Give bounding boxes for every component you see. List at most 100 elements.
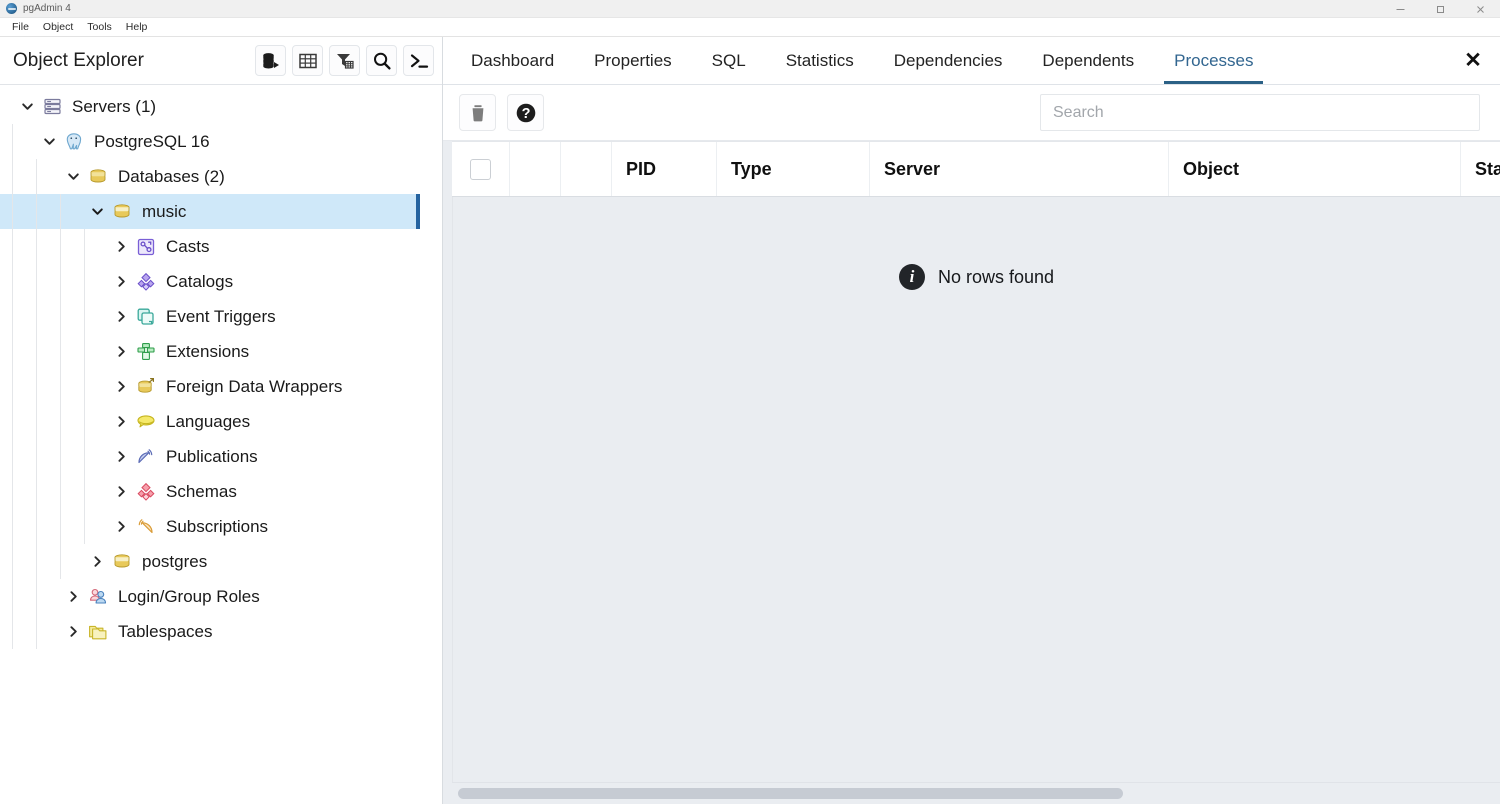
object-explorer-toggle-icon[interactable] [255,45,286,76]
tree-item-login-group-roles[interactable]: Login/Group Roles [0,579,442,614]
delete-icon[interactable] [459,94,496,131]
grid-column-type[interactable]: Type [717,142,870,196]
chevron-right-icon[interactable] [108,369,134,404]
tree-item-casts[interactable]: Casts [0,229,442,264]
object-tree[interactable]: Servers (1) PostgreSQL 16 [0,85,442,804]
tree-item-servers[interactable]: Servers (1) [0,89,442,124]
menu-item-file[interactable]: File [5,18,36,37]
tab-sql[interactable]: SQL [692,37,766,84]
tree-item-music[interactable]: music [0,194,420,229]
tree-indent [72,334,96,369]
menu-item-tools[interactable]: Tools [80,18,119,37]
search-input[interactable] [1040,94,1480,131]
tab-statistics[interactable]: Statistics [766,37,874,84]
tree-indent [72,404,96,439]
grid-column-start-time[interactable]: Start Time [1461,142,1500,196]
tree-item-postgresql-16[interactable]: PostgreSQL 16 [0,124,442,159]
tab-label: Dependencies [894,51,1003,71]
grid-column-object[interactable]: Object [1169,142,1461,196]
close-icon[interactable] [1460,0,1500,18]
grid-scrollbar-thumb[interactable] [458,788,1123,799]
tab-properties[interactable]: Properties [574,37,691,84]
tab-processes[interactable]: Processes [1154,37,1273,84]
maximize-icon[interactable] [1420,0,1460,18]
tab-dependents[interactable]: Dependents [1022,37,1154,84]
tree-indent [24,614,48,649]
tree-indent [48,474,72,509]
tree-indent [24,474,48,509]
tree-indent [48,229,72,264]
grid-column-pid[interactable]: PID [612,142,717,196]
select-all-cell[interactable] [452,142,510,196]
tree-item-catalogs[interactable]: Catalogs [0,264,442,299]
tree-indent [24,229,48,264]
chevron-down-icon[interactable] [84,194,110,229]
tree-indent [0,299,24,334]
chevron-right-icon[interactable] [108,334,134,369]
minimize-icon[interactable] [1380,0,1420,18]
tab-bar: Dashboard Properties SQL Statistics Depe… [443,37,1500,85]
tree-indent [0,334,24,369]
chevron-down-icon[interactable] [14,89,40,124]
chevron-down-icon[interactable] [60,159,86,194]
menu-item-help[interactable]: Help [119,18,155,37]
login-group-roles-icon [86,585,110,609]
tree-indent [24,194,48,229]
tree-item-publications[interactable]: Publications [0,439,442,474]
publications-icon [134,445,158,469]
tree-indent [96,404,108,439]
chevron-right-icon[interactable] [60,614,86,649]
tree-item-languages[interactable]: Languages [0,404,442,439]
search-icon[interactable] [366,45,397,76]
grid-horizontal-scrollbar[interactable] [452,782,1500,804]
processes-toolbar: ? [443,85,1500,141]
tree-item-event-triggers[interactable]: Event Triggers [0,299,442,334]
tree-item-subscriptions[interactable]: Subscriptions [0,509,442,544]
chevron-right-icon[interactable] [108,439,134,474]
menu-item-object[interactable]: Object [36,18,80,37]
terminal-icon[interactable] [403,45,434,76]
tree-item-foreign-data-wrappers[interactable]: Foreign Data Wrappers [0,369,442,404]
tree-indent [48,369,72,404]
tree-item-tablespaces[interactable]: Tablespaces [0,614,442,649]
tree-indent [0,404,24,439]
tree-indent [24,124,36,159]
chevron-down-icon[interactable] [36,124,62,159]
chevron-right-icon[interactable] [108,229,134,264]
workspace: Object Explorer [0,37,1500,804]
tree-indent [48,264,72,299]
subscriptions-icon [134,515,158,539]
select-all-checkbox[interactable] [470,159,491,180]
tree-item-extensions[interactable]: Extensions [0,334,442,369]
tree-indent [72,369,96,404]
filter-icon[interactable] [329,45,360,76]
tab-label: Statistics [786,51,854,71]
tree-item-schemas[interactable]: Schemas [0,474,442,509]
chevron-right-icon[interactable] [108,404,134,439]
tree-indent [48,579,60,614]
help-icon[interactable]: ? [507,94,544,131]
tree-indent [72,264,96,299]
tree-indent [96,439,108,474]
tab-dependencies[interactable]: Dependencies [874,37,1023,84]
chevron-right-icon[interactable] [108,264,134,299]
tree-indent [24,544,48,579]
chevron-right-icon[interactable] [108,509,134,544]
chevron-right-icon[interactable] [108,474,134,509]
chevron-right-icon[interactable] [108,299,134,334]
close-panel-icon[interactable]: ✕ [1446,37,1500,84]
tree-indent [72,439,96,474]
tree-indent [72,474,96,509]
tree-item-label: Tablespaces [118,614,213,649]
chevron-right-icon[interactable] [84,544,110,579]
object-explorer-header: Object Explorer [0,37,442,85]
chevron-right-icon[interactable] [60,579,86,614]
tree-item-databases[interactable]: Databases (2) [0,159,442,194]
tab-dashboard[interactable]: Dashboard [451,37,574,84]
tree-item-postgres[interactable]: postgres [0,544,442,579]
tree-item-label: Foreign Data Wrappers [166,369,342,404]
grid-view-icon[interactable] [292,45,323,76]
grid-body: i No rows found [452,197,1500,782]
tab-label: Dependents [1042,51,1134,71]
grid-column-server[interactable]: Server [870,142,1169,196]
